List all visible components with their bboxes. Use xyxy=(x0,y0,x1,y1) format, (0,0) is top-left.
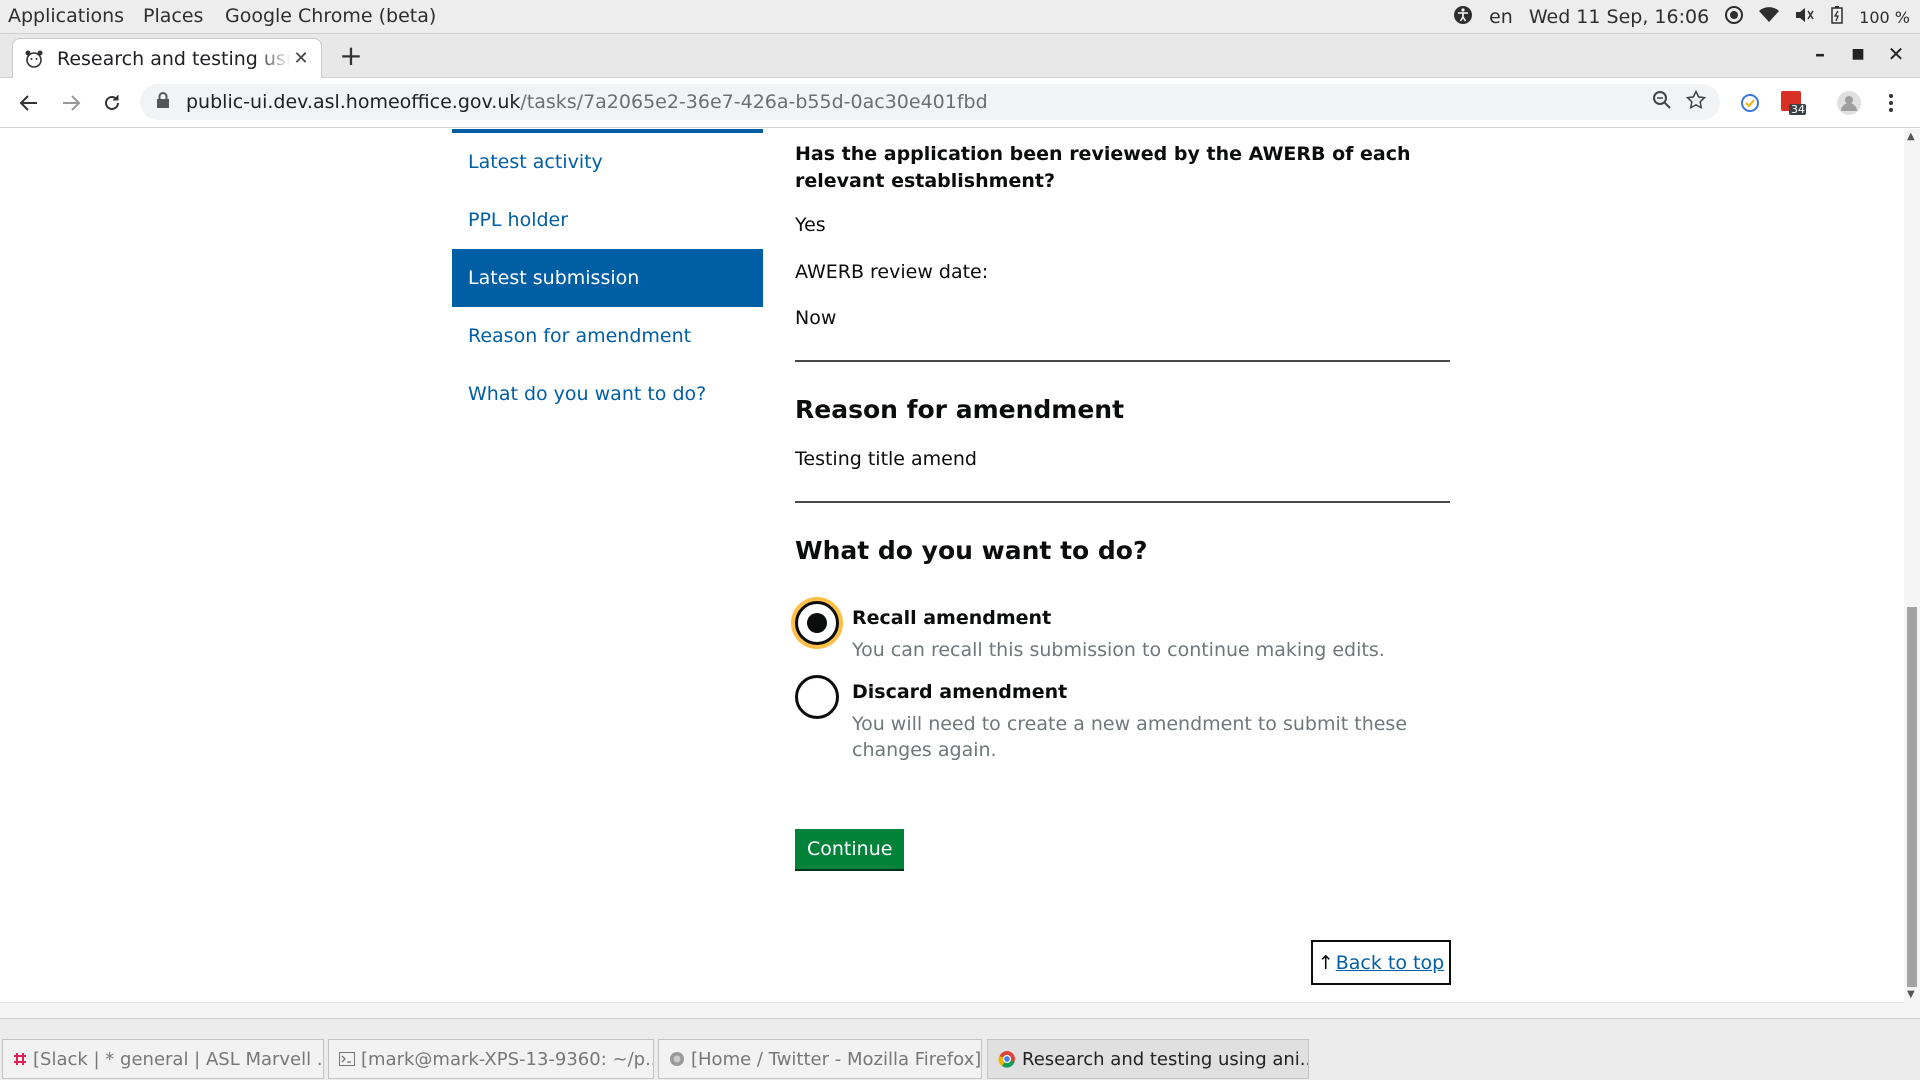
battery-percent: 100 % xyxy=(1859,7,1910,27)
radio-hint-recall: You can recall this submission to contin… xyxy=(852,639,1385,661)
reason-heading: Reason for amendment xyxy=(795,395,1125,424)
radio-button-discard[interactable] xyxy=(795,675,839,719)
back-arrow-icon[interactable] xyxy=(14,88,44,118)
sidebar-item-reason-for-amendment[interactable]: Reason for amendment xyxy=(452,307,763,365)
language-indicator[interactable]: en xyxy=(1489,6,1513,28)
close-window-icon[interactable]: ✕ xyxy=(1882,42,1910,66)
continue-button[interactable]: Continue xyxy=(795,829,905,869)
sidebar-item-latest-submission[interactable]: Latest submission xyxy=(452,249,763,307)
horizontal-scrollbar[interactable] xyxy=(0,1002,1904,1018)
zoom-icon[interactable] xyxy=(1652,90,1672,115)
radio-label-discard[interactable]: Discard amendment xyxy=(852,681,1067,703)
back-to-top-label[interactable]: Back to top xyxy=(1336,952,1444,974)
taskbar-label: [mark@mark-XPS-13-9360: ~/p... xyxy=(361,1048,654,1070)
applications-menu[interactable]: Applications xyxy=(8,5,124,27)
new-tab-icon[interactable]: + xyxy=(336,42,366,72)
volume-icon[interactable] xyxy=(1795,6,1815,28)
url-path: /tasks/7a2065e2-36e7-426a-b55d-0ac30e401… xyxy=(520,91,988,113)
section-divider xyxy=(795,360,1450,362)
extension-icon[interactable] xyxy=(1737,90,1763,116)
action-heading: What do you want to do? xyxy=(795,536,1148,565)
clock[interactable]: Wed 11 Sep, 16:06 xyxy=(1529,6,1709,28)
places-menu[interactable]: Places xyxy=(143,5,203,27)
reload-icon[interactable] xyxy=(97,88,127,118)
battery-icon[interactable] xyxy=(1831,5,1843,29)
scroll-down-arrow-icon[interactable]: ▼ xyxy=(1907,989,1915,1000)
address-bar[interactable]: public-ui.dev.asl.homeoffice.gov.uk/task… xyxy=(140,84,1720,120)
active-app-menu[interactable]: Google Chrome (beta) xyxy=(225,5,436,27)
slack-icon xyxy=(13,1050,27,1068)
firefox-icon xyxy=(669,1050,685,1068)
taskbar-label: Research and testing using ani... xyxy=(1022,1048,1309,1070)
tab-close-icon[interactable]: ✕ xyxy=(291,48,311,69)
taskbar-label: [Slack | * general | ASL Marvell ... xyxy=(33,1048,324,1070)
reason-text: Testing title amend xyxy=(795,448,977,470)
taskbar-item-chrome[interactable]: Research and testing using ani... xyxy=(987,1039,1309,1079)
tab-title: Research and testing using ani xyxy=(57,47,291,70)
scrollbar-thumb[interactable] xyxy=(1907,607,1917,987)
taskbar-item-firefox[interactable]: [Home / Twitter - Mozilla Firefox] xyxy=(658,1039,982,1079)
terminal-icon xyxy=(339,1050,355,1068)
minimize-icon[interactable]: – xyxy=(1806,42,1834,66)
kebab-menu-icon[interactable] xyxy=(1878,90,1904,116)
radio-option-recall[interactable]: Recall amendment You can recall this sub… xyxy=(795,601,1385,671)
paw-favicon-icon xyxy=(23,48,45,70)
sidebar-nav: Latest activity PPL holder Latest submis… xyxy=(452,129,763,423)
browser-tab[interactable]: Research and testing using ani ✕ xyxy=(12,38,322,78)
window-list-taskbar: [Slack | * general | ASL Marvell ... [ma… xyxy=(0,1018,1920,1080)
taskbar-label: [Home / Twitter - Mozilla Firefox] xyxy=(691,1048,982,1070)
profile-icon[interactable] xyxy=(1836,90,1862,116)
tab-strip: Research and testing using ani ✕ + – ■ ✕ xyxy=(0,34,1920,78)
up-arrow-icon: ↑ xyxy=(1317,951,1334,974)
awerb-answer: Yes xyxy=(795,214,826,236)
taskbar-item-slack[interactable]: [Slack | * general | ASL Marvell ... xyxy=(2,1039,324,1079)
radio-button-recall[interactable] xyxy=(795,601,839,645)
calendar-extension-icon[interactable]: 34 xyxy=(1780,90,1806,116)
taskbar-item-terminal[interactable]: [mark@mark-XPS-13-9360: ~/p... xyxy=(328,1039,654,1079)
chrome-icon xyxy=(998,1050,1016,1068)
sidebar-item-what-do-you-want-to-do[interactable]: What do you want to do? xyxy=(452,365,763,423)
scroll-up-arrow-icon[interactable]: ▲ xyxy=(1907,131,1915,142)
radio-label-recall[interactable]: Recall amendment xyxy=(852,607,1051,629)
forward-arrow-icon[interactable] xyxy=(56,88,86,118)
lock-icon[interactable] xyxy=(156,91,176,113)
browser-toolbar: public-ui.dev.asl.homeoffice.gov.uk/task… xyxy=(0,78,1920,128)
url-host: public-ui.dev.asl.homeoffice.gov.uk xyxy=(186,91,521,113)
wifi-icon[interactable] xyxy=(1759,6,1780,28)
sidebar-item-latest-activity[interactable]: Latest activity xyxy=(452,133,763,191)
record-icon[interactable] xyxy=(1725,5,1744,29)
awerb-date-value: Now xyxy=(795,307,837,329)
radio-option-discard[interactable]: Discard amendment You will need to creat… xyxy=(795,675,1407,771)
section-divider xyxy=(795,501,1450,503)
extension-badge: 34 xyxy=(1791,103,1805,116)
sidebar-item-ppl-holder[interactable]: PPL holder xyxy=(452,191,763,249)
star-icon[interactable] xyxy=(1685,89,1707,115)
awerb-question: Has the application been reviewed by the… xyxy=(795,143,1411,192)
system-top-bar: Applications Places Google Chrome (beta)… xyxy=(0,0,1920,34)
radio-hint-discard: You will need to create a new amendment … xyxy=(852,713,1408,761)
awerb-date-label: AWERB review date: xyxy=(795,261,989,283)
page-viewport: Latest activity PPL holder Latest submis… xyxy=(0,129,1920,1018)
maximize-icon[interactable]: ■ xyxy=(1844,46,1872,62)
vertical-scrollbar[interactable]: ▲ ▼ xyxy=(1904,129,1920,1018)
accessibility-icon[interactable] xyxy=(1453,5,1473,30)
back-to-top-link[interactable]: ↑ Back to top xyxy=(1311,940,1451,985)
